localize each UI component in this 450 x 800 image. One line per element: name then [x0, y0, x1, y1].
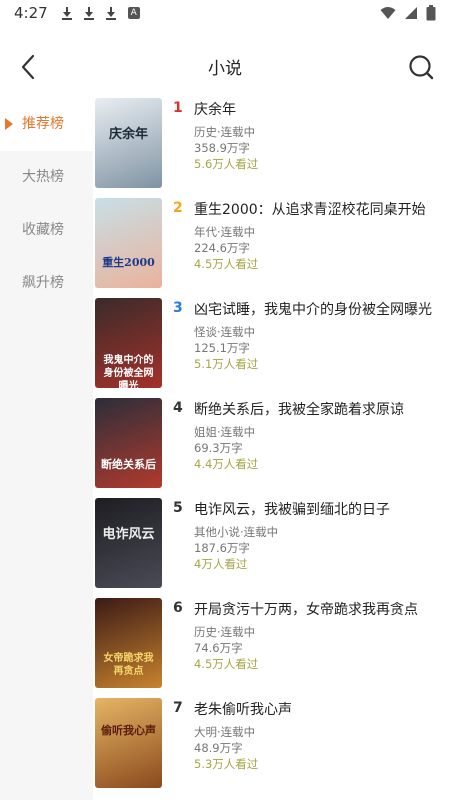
- book-item[interactable]: 重生2000 2 重生2000：从追求青涩校花同桌开始 年代·连载中 224.6…: [93, 196, 450, 296]
- book-views: 4.4万人看过: [194, 457, 259, 471]
- book-word-count: 125.1万字: [194, 341, 250, 355]
- book-title: 电诈风云，我被骗到缅北的日子: [194, 502, 390, 518]
- book-views: 5.6万人看过: [194, 157, 259, 171]
- download-icon: [83, 6, 94, 20]
- book-cover: 电诈风云: [95, 498, 162, 588]
- book-word-count: 187.6万字: [194, 541, 250, 555]
- book-cover: 重生2000: [95, 198, 162, 288]
- book-item[interactable]: 我鬼中介的身份被全网曝光 3 凶宅试睡，我鬼中介的身份被全网曝光 怪谈·连载中 …: [93, 296, 450, 396]
- book-cover: 断绝关系后: [95, 398, 162, 488]
- book-cover: 女帝跪求我再贪点: [95, 598, 162, 688]
- sidebar-item-hot[interactable]: 大热榜: [0, 151, 93, 204]
- battery-icon: [426, 5, 436, 21]
- header-bar: 小说: [0, 44, 450, 88]
- book-item[interactable]: 电诈风云 5 电诈风云，我被骗到缅北的日子 其他小说·连载中 187.6万字 4…: [93, 496, 450, 596]
- rank-number: 7: [173, 700, 183, 716]
- book-item[interactable]: 偷听我心声 7 老朱偷听我心声 大明·连载中 48.9万字 5.3万人看过: [93, 696, 450, 796]
- book-category: 其他小说·连载中: [194, 525, 279, 539]
- book-category: 怪谈·连载中: [194, 325, 256, 339]
- a-icon: A: [127, 7, 140, 19]
- book-word-count: 224.6万字: [194, 241, 250, 255]
- book-cover: 偷听我心声: [95, 698, 162, 788]
- rank-number: 6: [173, 600, 183, 616]
- book-category: 大明·连载中: [194, 725, 256, 739]
- status-indicators: [380, 5, 436, 21]
- book-views: 4.5万人看过: [194, 257, 259, 271]
- cover-title: 重生2000: [102, 256, 155, 269]
- rank-number: 5: [173, 500, 183, 516]
- book-word-count: 74.6万字: [194, 641, 243, 655]
- book-views: 4.5万人看过: [194, 657, 259, 671]
- book-title: 庆余年: [194, 102, 236, 118]
- book-list: 庆余年 1 庆余年 历史·连载中 358.9万字 5.6万人看过 重生2000 …: [93, 96, 450, 796]
- sidebar: 推荐榜 大热榜 收藏榜 飙升榜: [0, 98, 93, 800]
- rank-number: 2: [173, 200, 183, 216]
- cover-title: 断绝关系后: [101, 458, 156, 471]
- sidebar-item-label: 飙升榜: [22, 275, 64, 291]
- book-views: 5.1万人看过: [194, 357, 259, 371]
- book-item[interactable]: 庆余年 1 庆余年 历史·连载中 358.9万字 5.6万人看过: [93, 96, 450, 196]
- app-screen: 4:27 A 小说 推荐榜 大热榜 收藏榜 飙升榜 庆余年 1 庆余年 历史·连…: [0, 0, 450, 800]
- rank-number: 1: [173, 100, 183, 116]
- search-icon: [409, 55, 434, 80]
- status-time: 4:27: [14, 4, 48, 22]
- book-title: 开局贪污十万两，女帝跪求我再贪点: [194, 602, 418, 618]
- book-category: 姐姐·连载中: [194, 425, 256, 439]
- wifi-icon: [380, 7, 396, 19]
- download-icon: [61, 6, 72, 20]
- cover-title: 偷听我心声: [101, 724, 156, 737]
- book-word-count: 358.9万字: [194, 141, 250, 155]
- cover-title: 电诈风云: [102, 527, 155, 542]
- book-title: 断绝关系后，我被全家跪着求原谅: [194, 402, 404, 418]
- book-word-count: 69.3万字: [194, 441, 243, 455]
- book-category: 年代·连载中: [194, 225, 256, 239]
- book-category: 历史·连载中: [194, 125, 256, 139]
- sidebar-item-favorites[interactable]: 收藏榜: [0, 204, 93, 257]
- book-title: 凶宅试睡，我鬼中介的身份被全网曝光: [194, 302, 432, 318]
- book-category: 历史·连载中: [194, 625, 256, 639]
- sidebar-item-label: 推荐榜: [22, 116, 64, 132]
- sidebar-item-label: 大热榜: [22, 169, 64, 185]
- book-views: 4万人看过: [194, 557, 248, 571]
- download-icon: [105, 6, 116, 20]
- sidebar-item-label: 收藏榜: [22, 222, 64, 238]
- rank-number: 4: [173, 400, 183, 416]
- book-cover: 庆余年: [95, 98, 162, 188]
- search-button[interactable]: [406, 52, 436, 82]
- active-marker-icon: [5, 118, 13, 130]
- cover-title: 女帝跪求我再贪点: [103, 653, 154, 677]
- book-views: 5.3万人看过: [194, 757, 259, 771]
- cover-title: 庆余年: [108, 127, 148, 142]
- sidebar-item-rising[interactable]: 飙升榜: [0, 257, 93, 310]
- book-title: 老朱偷听我心声: [194, 702, 292, 718]
- book-item[interactable]: 女帝跪求我再贪点 6 开局贪污十万两，女帝跪求我再贪点 历史·连载中 74.6万…: [93, 596, 450, 696]
- book-cover: 我鬼中介的身份被全网曝光: [95, 298, 162, 388]
- cover-title: 我鬼中介的身份被全网曝光: [103, 355, 154, 388]
- book-word-count: 48.9万字: [194, 741, 243, 755]
- sidebar-item-recommend[interactable]: 推荐榜: [0, 98, 93, 151]
- signal-icon: [405, 7, 417, 19]
- rank-number: 3: [173, 300, 183, 316]
- status-bar: 4:27 A: [0, 0, 450, 26]
- book-item[interactable]: 断绝关系后 4 断绝关系后，我被全家跪着求原谅 姐姐·连载中 69.3万字 4.…: [93, 396, 450, 496]
- book-title: 重生2000：从追求青涩校花同桌开始: [194, 202, 426, 218]
- page-title: 小说: [208, 59, 242, 79]
